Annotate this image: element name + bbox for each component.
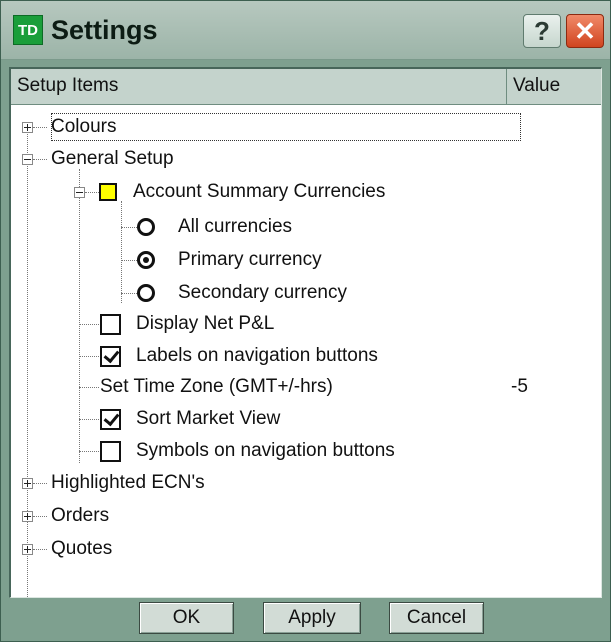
tree-line: [27, 127, 28, 597]
tree-line: [33, 516, 47, 517]
help-button[interactable]: ?: [523, 14, 561, 48]
time-zone-value[interactable]: -5: [511, 375, 528, 399]
checkbox-display-net-pl[interactable]: [100, 314, 121, 335]
tree-line: [33, 127, 47, 128]
radio-secondary-currency[interactable]: [137, 284, 155, 302]
radio-primary-currency[interactable]: [137, 251, 155, 269]
label-symbols-on-navigation-buttons[interactable]: Symbols on navigation buttons: [136, 439, 395, 463]
checkbox-sort-market-view[interactable]: [100, 409, 121, 430]
expand-icon[interactable]: [22, 511, 33, 522]
tree-item-set-time-zone[interactable]: Set Time Zone (GMT+/-hrs): [100, 375, 333, 399]
radio-label-primary-currency[interactable]: Primary currency: [178, 248, 322, 272]
tree-line: [79, 356, 99, 357]
tree-line: [33, 159, 47, 160]
tree-item-general-setup[interactable]: General Setup: [51, 147, 174, 171]
title-bar[interactable]: TD Settings ? ✕: [1, 1, 610, 60]
focus-rectangle: [51, 113, 521, 141]
tree-line: [121, 260, 137, 261]
column-header-setup-items[interactable]: Setup Items: [11, 69, 507, 105]
label-labels-on-navigation-buttons[interactable]: Labels on navigation buttons: [136, 344, 378, 368]
folder-icon: [99, 183, 117, 201]
radio-label-secondary-currency[interactable]: Secondary currency: [178, 281, 347, 305]
cancel-button[interactable]: Cancel: [389, 602, 484, 634]
tree-line: [33, 549, 47, 550]
tree-line: [79, 451, 99, 452]
tree-line: [121, 293, 137, 294]
tree-item-quotes[interactable]: Quotes: [51, 537, 112, 561]
tree-item-colours[interactable]: Colours: [51, 115, 116, 139]
checkbox-labels-on-navigation-buttons[interactable]: [100, 346, 121, 367]
collapse-icon[interactable]: [74, 187, 85, 198]
expand-icon[interactable]: [22, 544, 33, 555]
checkbox-symbols-on-navigation-buttons[interactable]: [100, 441, 121, 462]
collapse-icon[interactable]: [22, 154, 33, 165]
tree-line: [33, 483, 47, 484]
tree-line: [121, 227, 137, 228]
tree-line: [121, 201, 122, 303]
tree-line: [85, 192, 99, 193]
tree-line: [79, 387, 99, 388]
radio-label-all-currencies[interactable]: All currencies: [178, 215, 292, 239]
tree-item-highlighted-ecns[interactable]: Highlighted ECN's: [51, 471, 205, 495]
apply-button[interactable]: Apply: [263, 602, 361, 634]
tree-line: [79, 324, 99, 325]
tree-item-orders[interactable]: Orders: [51, 504, 109, 528]
settings-dialog: TD Settings ? ✕ Setup Items Value Colour…: [0, 0, 611, 642]
settings-tree: Setup Items Value Colours General Setup …: [9, 67, 602, 598]
tree-item-account-summary-currencies[interactable]: Account Summary Currencies: [133, 180, 385, 204]
column-header-value[interactable]: Value: [507, 69, 601, 105]
window-title: Settings: [51, 15, 158, 45]
radio-all-currencies[interactable]: [137, 218, 155, 236]
expand-icon[interactable]: [22, 122, 33, 133]
td-logo-icon: TD: [13, 15, 43, 45]
expand-icon[interactable]: [22, 478, 33, 489]
label-sort-market-view[interactable]: Sort Market View: [136, 407, 280, 431]
ok-button[interactable]: OK: [139, 602, 234, 634]
close-button[interactable]: ✕: [566, 14, 604, 48]
tree-line: [79, 419, 99, 420]
label-display-net-pl[interactable]: Display Net P&L: [136, 312, 274, 336]
